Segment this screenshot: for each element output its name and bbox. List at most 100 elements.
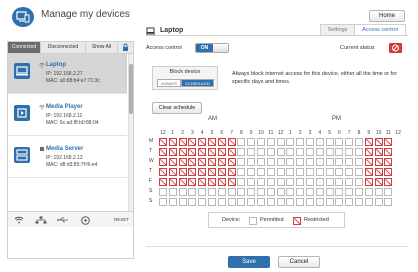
schedule-cell-restricted[interactable] <box>364 158 373 166</box>
usb-filter-icon[interactable] <box>54 214 72 226</box>
schedule-cell[interactable] <box>276 178 285 186</box>
schedule-cell-restricted[interactable] <box>208 178 216 186</box>
schedule-cell[interactable] <box>296 188 305 196</box>
schedule-cell-restricted[interactable] <box>159 168 167 176</box>
schedule-cell[interactable] <box>315 188 324 196</box>
schedule-cell-restricted[interactable] <box>217 148 226 156</box>
schedule-cell[interactable] <box>276 188 285 196</box>
schedule-cell[interactable] <box>188 188 197 196</box>
schedule-cell-restricted[interactable] <box>374 138 383 146</box>
device-list-scrollbar[interactable] <box>128 54 133 211</box>
schedule-cell[interactable] <box>296 198 305 206</box>
schedule-cell[interactable] <box>276 148 285 156</box>
schedule-cell-restricted[interactable] <box>168 178 177 186</box>
schedule-cell-restricted[interactable] <box>159 148 167 156</box>
schedule-cell-restricted[interactable] <box>198 138 207 146</box>
schedule-cell-restricted[interactable] <box>198 178 207 186</box>
schedule-cell[interactable] <box>257 198 265 206</box>
schedule-cell[interactable] <box>335 198 344 206</box>
schedule-cell[interactable] <box>276 158 285 166</box>
schedule-cell[interactable] <box>335 158 344 166</box>
schedule-cell[interactable] <box>266 168 275 176</box>
schedule-cell[interactable] <box>296 178 305 186</box>
schedule-cell-restricted[interactable] <box>217 168 226 176</box>
schedule-cell[interactable] <box>335 178 344 186</box>
schedule-cell[interactable] <box>237 138 246 146</box>
schedule-cell-restricted[interactable] <box>208 168 216 176</box>
scrollbar-thumb[interactable] <box>129 64 133 114</box>
schedule-cell[interactable] <box>286 198 295 206</box>
schedule-cell[interactable] <box>374 198 383 206</box>
schedule-cell[interactable] <box>257 168 265 176</box>
schedule-cell-restricted[interactable] <box>159 158 167 166</box>
schedule-cell[interactable] <box>306 188 314 196</box>
schedule-cell[interactable] <box>257 158 265 166</box>
schedule-cell-restricted[interactable] <box>374 178 383 186</box>
schedule-cell[interactable] <box>345 198 354 206</box>
schedule-cell[interactable] <box>325 188 334 196</box>
schedule-cell-restricted[interactable] <box>178 148 187 156</box>
schedule-cell[interactable] <box>306 148 314 156</box>
schedule-cell[interactable] <box>286 158 295 166</box>
schedule-cell-restricted[interactable] <box>364 138 373 146</box>
schedule-cell[interactable] <box>374 188 383 196</box>
schedule-cell[interactable] <box>257 138 265 146</box>
schedule-cell[interactable] <box>188 198 197 206</box>
schedule-cell[interactable] <box>355 158 363 166</box>
schedule-cell[interactable] <box>159 188 167 196</box>
schedule-cell[interactable] <box>306 178 314 186</box>
filter-disconnected-tab[interactable]: Disconnected <box>41 42 86 53</box>
schedule-cell-restricted[interactable] <box>374 148 383 156</box>
schedule-cell[interactable] <box>345 148 354 156</box>
schedule-cell[interactable] <box>198 188 207 196</box>
schedule-cell-restricted[interactable] <box>178 168 187 176</box>
schedule-cell[interactable] <box>266 188 275 196</box>
schedule-cell[interactable] <box>325 178 334 186</box>
schedule-cell[interactable] <box>247 168 256 176</box>
schedule-cell[interactable] <box>178 188 187 196</box>
reset-button[interactable]: RESET <box>114 214 129 226</box>
schedule-cell-restricted[interactable] <box>364 148 373 156</box>
schedule-cell[interactable] <box>266 158 275 166</box>
schedule-cell-restricted[interactable] <box>188 148 197 156</box>
lock-icon[interactable] <box>118 42 133 53</box>
schedule-cell[interactable] <box>247 158 256 166</box>
schedule-cell[interactable] <box>217 198 226 206</box>
schedule-cell-restricted[interactable] <box>188 178 197 186</box>
schedule-cell-restricted[interactable] <box>168 148 177 156</box>
wifi-filter-icon[interactable] <box>10 214 28 226</box>
schedule-cell[interactable] <box>286 168 295 176</box>
schedule-cell[interactable] <box>345 138 354 146</box>
save-button[interactable]: Save <box>228 256 270 268</box>
schedule-cell[interactable] <box>247 188 256 196</box>
schedule-cell[interactable] <box>364 198 373 206</box>
schedule-cell[interactable] <box>306 198 314 206</box>
schedule-cell-restricted[interactable] <box>198 148 207 156</box>
schedule-cell-restricted[interactable] <box>384 158 393 166</box>
schedule-cell[interactable] <box>266 198 275 206</box>
filter-show-all-tab[interactable]: Show All <box>86 42 118 53</box>
schedule-cell[interactable] <box>335 168 344 176</box>
schedule-cell-restricted[interactable] <box>364 168 373 176</box>
schedule-cell-restricted[interactable] <box>227 178 236 186</box>
schedule-cell[interactable] <box>306 138 314 146</box>
schedule-cell[interactable] <box>208 198 216 206</box>
schedule-cell-restricted[interactable] <box>178 178 187 186</box>
schedule-cell[interactable] <box>266 148 275 156</box>
schedule-cell[interactable] <box>247 148 256 156</box>
schedule-cell[interactable] <box>384 198 393 206</box>
schedule-cell[interactable] <box>168 198 177 206</box>
schedule-cell[interactable] <box>355 138 363 146</box>
schedule-cell[interactable] <box>237 178 246 186</box>
schedule-cell[interactable] <box>257 188 265 196</box>
schedule-cell-restricted[interactable] <box>198 168 207 176</box>
schedule-cell[interactable] <box>335 188 344 196</box>
schedule-cell[interactable] <box>178 198 187 206</box>
schedule-cell[interactable] <box>325 148 334 156</box>
schedule-cell-restricted[interactable] <box>168 158 177 166</box>
filter-connected-tab[interactable]: Connected <box>8 42 41 53</box>
schedule-cell-restricted[interactable] <box>159 178 167 186</box>
schedule-cell-restricted[interactable] <box>227 138 236 146</box>
schedule-cell-restricted[interactable] <box>364 178 373 186</box>
schedule-cell-restricted[interactable] <box>217 178 226 186</box>
